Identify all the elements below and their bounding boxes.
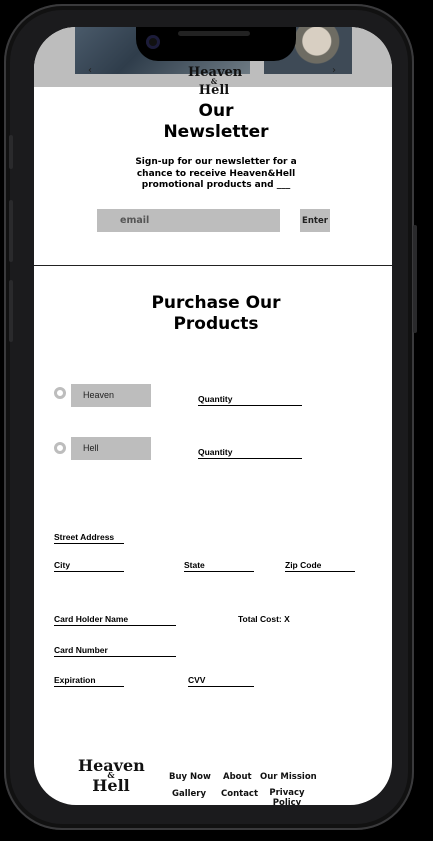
heaven-quantity-field[interactable]: Quantity — [198, 394, 302, 406]
speaker-grille — [178, 31, 250, 36]
mute-switch — [9, 135, 13, 169]
footer-link-buy-now[interactable]: Buy Now — [169, 772, 211, 782]
street-address-field[interactable]: Street Address — [54, 532, 124, 544]
total-cost: Total Cost: X — [238, 614, 290, 624]
footer-link-contact[interactable]: Contact — [221, 789, 258, 799]
cvv-field[interactable]: CVV — [188, 675, 254, 687]
newsletter-title: Our Newsletter — [163, 101, 269, 142]
card-holder-name-field[interactable]: Card Holder Name — [54, 614, 176, 626]
heaven-radio[interactable] — [54, 387, 66, 399]
footer-logo[interactable]: Heaven & Hell — [78, 758, 145, 794]
phone-screen: ‹ › Heaven & Hell Our Newsletter Sign-up… — [34, 27, 392, 805]
product-hell-label: Hell — [71, 437, 151, 460]
footer-link-privacy-policy[interactable]: Privacy Policy — [267, 788, 307, 805]
section-divider — [34, 265, 392, 266]
footer-link-about[interactable]: About — [223, 772, 252, 782]
volume-down-button — [9, 280, 13, 342]
footer-link-gallery[interactable]: Gallery — [172, 789, 206, 799]
email-input[interactable] — [97, 209, 280, 232]
camera-icon — [146, 35, 160, 49]
state-field[interactable]: State — [184, 560, 254, 572]
expiration-field[interactable]: Expiration — [54, 675, 124, 687]
carousel-next-icon[interactable]: › — [332, 65, 336, 76]
carousel-prev-icon[interactable]: ‹ — [88, 65, 92, 76]
enter-button[interactable]: Enter — [300, 209, 330, 232]
social-icons — [76, 803, 152, 805]
power-button — [413, 225, 417, 333]
product-heaven-label: Heaven — [71, 384, 151, 407]
phone-notch — [136, 27, 296, 61]
hell-quantity-field[interactable]: Quantity — [198, 447, 302, 459]
zip-code-field[interactable]: Zip Code — [285, 560, 355, 572]
hell-radio[interactable] — [54, 442, 66, 454]
volume-up-button — [9, 200, 13, 262]
newsletter-description: Sign-up for our newsletter for a chance … — [135, 157, 297, 190]
city-field[interactable]: City — [54, 560, 124, 572]
footer-link-our-mission[interactable]: Our Mission — [260, 772, 317, 782]
card-number-field[interactable]: Card Number — [54, 645, 176, 657]
hero-logo: Heaven & Hell — [188, 65, 243, 98]
purchase-title: Purchase Our Products — [151, 293, 281, 334]
